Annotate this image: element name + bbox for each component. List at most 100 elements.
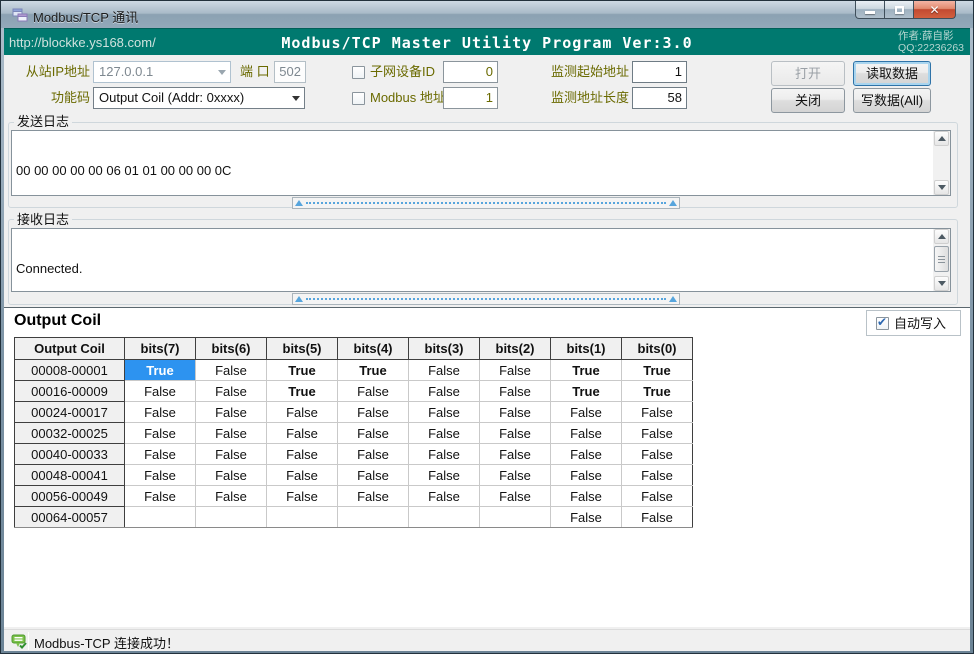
bit-cell[interactable]: False <box>551 402 622 423</box>
bit-cell[interactable]: False <box>338 486 409 507</box>
bit-cell[interactable]: False <box>622 486 693 507</box>
bit-cell[interactable]: True <box>267 381 338 402</box>
bit-cell[interactable]: False <box>551 507 622 528</box>
bit-cell[interactable]: False <box>480 423 551 444</box>
bit-cell[interactable]: False <box>409 360 480 381</box>
send-log-textarea[interactable]: 00 00 00 00 00 06 01 01 00 00 00 0C 00 0… <box>11 130 951 196</box>
bit-cell[interactable]: True <box>338 360 409 381</box>
bit-cell[interactable]: False <box>480 360 551 381</box>
bit-cell[interactable]: False <box>267 465 338 486</box>
bit-cell[interactable]: False <box>480 402 551 423</box>
scroll-up-icon[interactable] <box>934 229 949 244</box>
bit-cell[interactable]: False <box>622 402 693 423</box>
scroll-down-icon[interactable] <box>934 276 949 291</box>
bit-cell[interactable]: False <box>267 402 338 423</box>
modbus-addr-field[interactable]: 1 <box>443 87 498 109</box>
modbus-addr-checkbox[interactable] <box>352 92 365 105</box>
column-header[interactable]: Output Coil <box>15 338 125 360</box>
bit-cell[interactable] <box>125 507 196 528</box>
bit-cell[interactable]: False <box>551 486 622 507</box>
bit-cell[interactable]: False <box>196 381 267 402</box>
read-data-button[interactable]: 读取数据 <box>853 61 931 86</box>
bit-cell[interactable]: False <box>125 444 196 465</box>
bit-cell[interactable]: False <box>551 465 622 486</box>
recv-log-textarea[interactable]: Connected. (11Byte) 00 00 00 00 00 05 01… <box>11 228 951 292</box>
send-log-vscrollbar[interactable] <box>933 131 950 195</box>
column-header[interactable]: bits(3) <box>409 338 480 360</box>
slave-ip-combobox[interactable]: 127.0.0.1 <box>93 61 231 83</box>
bit-cell[interactable] <box>196 507 267 528</box>
bit-cell[interactable]: False <box>551 444 622 465</box>
bit-cell[interactable]: False <box>480 465 551 486</box>
column-header[interactable]: bits(2) <box>480 338 551 360</box>
bit-cell[interactable]: False <box>338 381 409 402</box>
bit-cell[interactable]: False <box>409 381 480 402</box>
bit-cell[interactable]: False <box>196 402 267 423</box>
close-button[interactable]: ✕ <box>913 1 956 19</box>
bit-cell[interactable] <box>338 507 409 528</box>
bit-cell[interactable]: False <box>267 423 338 444</box>
bit-cell[interactable]: True <box>551 360 622 381</box>
row-header[interactable]: 00024-00017 <box>15 402 125 423</box>
bit-cell[interactable]: False <box>409 465 480 486</box>
auto-write-checkbox[interactable] <box>876 317 889 330</box>
bit-cell[interactable]: False <box>551 423 622 444</box>
bit-cell[interactable]: False <box>196 423 267 444</box>
column-header[interactable]: bits(4) <box>338 338 409 360</box>
bit-cell[interactable]: False <box>196 486 267 507</box>
bit-cell[interactable]: False <box>409 486 480 507</box>
bit-cell[interactable]: True <box>551 381 622 402</box>
bit-cell[interactable]: True <box>622 381 693 402</box>
recv-log-vscrollbar[interactable] <box>933 229 950 291</box>
bit-cell[interactable]: False <box>622 465 693 486</box>
bit-cell[interactable]: False <box>196 360 267 381</box>
bit-cell[interactable]: False <box>196 444 267 465</box>
scroll-down-icon[interactable] <box>934 180 949 195</box>
bit-cell[interactable]: False <box>338 402 409 423</box>
open-button[interactable]: 打开 <box>771 61 845 86</box>
bit-cell[interactable]: False <box>125 465 196 486</box>
bit-cell[interactable]: False <box>409 423 480 444</box>
subnet-id-checkbox[interactable] <box>352 66 365 79</box>
bit-cell[interactable]: False <box>480 486 551 507</box>
start-address-field[interactable]: 1 <box>632 61 687 83</box>
bit-cell[interactable]: False <box>267 444 338 465</box>
scrollbar-thumb[interactable] <box>934 246 949 272</box>
bit-cell[interactable]: False <box>338 444 409 465</box>
row-header[interactable]: 00008-00001 <box>15 360 125 381</box>
bit-cell[interactable]: True <box>125 360 196 381</box>
function-code-combobox[interactable]: Output Coil (Addr: 0xxxx) <box>93 87 305 109</box>
row-header[interactable]: 00056-00049 <box>15 486 125 507</box>
column-header[interactable]: bits(7) <box>125 338 196 360</box>
row-header[interactable]: 00048-00041 <box>15 465 125 486</box>
bit-cell[interactable]: False <box>267 486 338 507</box>
bit-cell[interactable]: False <box>338 423 409 444</box>
bit-cell[interactable]: False <box>480 381 551 402</box>
bit-cell[interactable]: True <box>267 360 338 381</box>
close-conn-button[interactable]: 关闭 <box>771 88 845 113</box>
bit-cell[interactable] <box>480 507 551 528</box>
send-log-htrackbar[interactable] <box>292 197 680 209</box>
bit-cell[interactable]: False <box>409 402 480 423</box>
row-header[interactable]: 00032-00025 <box>15 423 125 444</box>
bit-cell[interactable] <box>409 507 480 528</box>
bit-cell[interactable]: False <box>196 465 267 486</box>
length-field[interactable]: 58 <box>632 87 687 109</box>
bit-cell[interactable]: False <box>622 444 693 465</box>
bit-cell[interactable]: False <box>622 423 693 444</box>
scroll-up-icon[interactable] <box>934 131 949 146</box>
column-header[interactable]: bits(1) <box>551 338 622 360</box>
bit-cell[interactable] <box>267 507 338 528</box>
bit-cell[interactable]: False <box>480 444 551 465</box>
bit-cell[interactable]: False <box>622 507 693 528</box>
recv-log-htrackbar[interactable] <box>292 293 680 305</box>
row-header[interactable]: 00040-00033 <box>15 444 125 465</box>
bit-cell[interactable]: False <box>125 381 196 402</box>
column-header[interactable]: bits(5) <box>267 338 338 360</box>
write-data-button[interactable]: 写数据(All) <box>853 88 931 113</box>
maximize-button[interactable] <box>885 1 913 19</box>
bit-cell[interactable]: True <box>622 360 693 381</box>
bit-cell[interactable]: False <box>125 486 196 507</box>
bit-cell[interactable]: False <box>338 465 409 486</box>
column-header[interactable]: bits(0) <box>622 338 693 360</box>
